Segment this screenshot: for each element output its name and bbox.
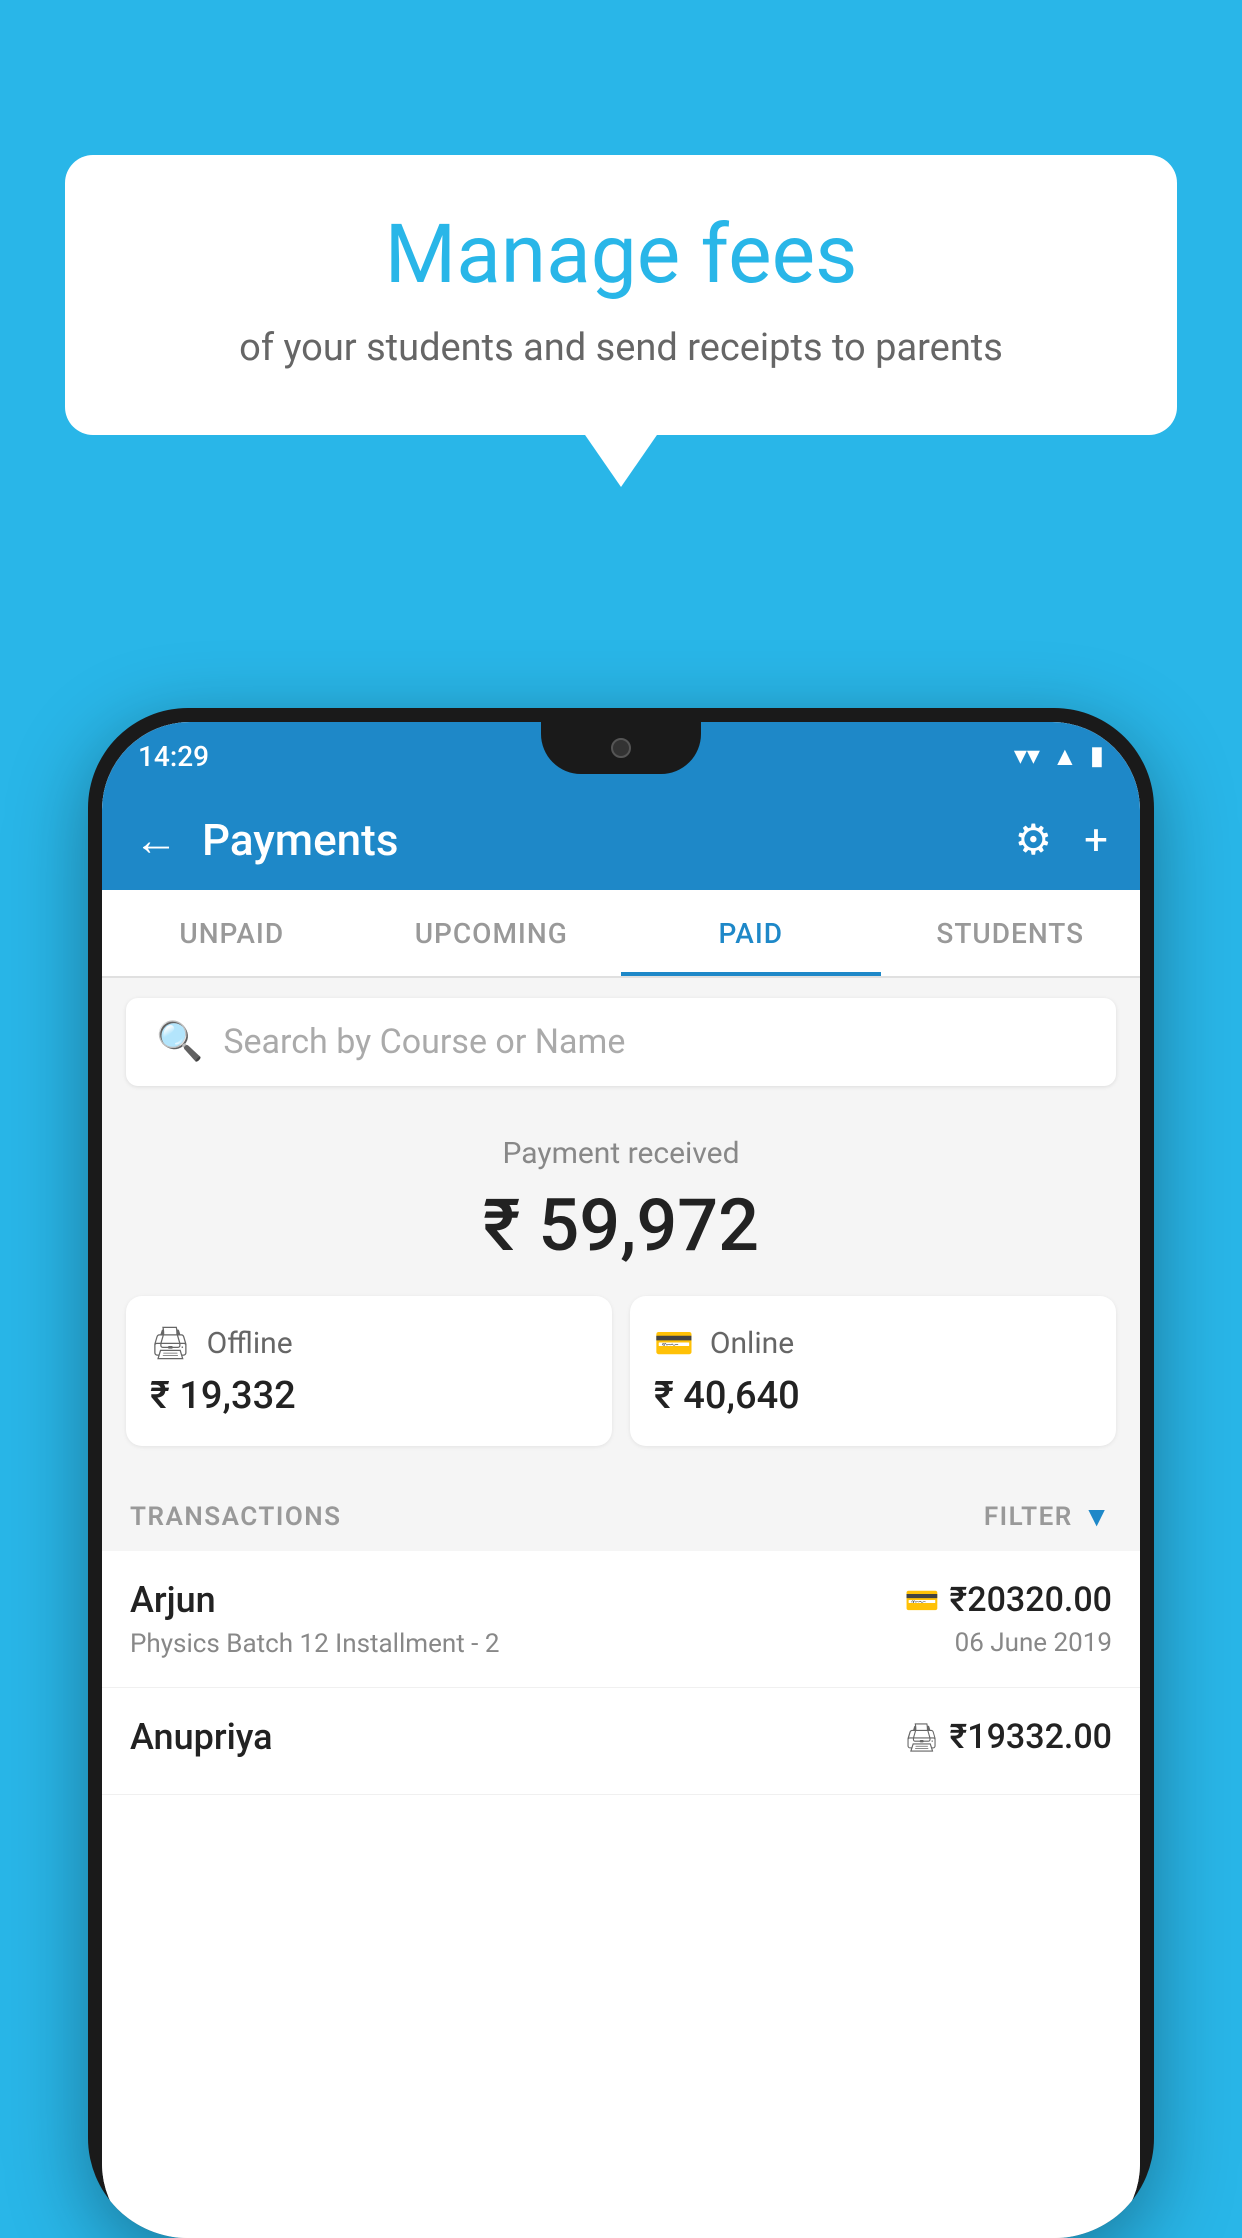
payment-total-amount: ₹ 59,972 bbox=[126, 1183, 1116, 1268]
screen-content: 14:29 ▾▾ ▲ ▮ ← Payments ⚙ + bbox=[102, 722, 1140, 2238]
speech-bubble-container: Manage fees of your students and send re… bbox=[65, 155, 1177, 435]
offline-amount: ₹ 19,332 bbox=[150, 1374, 588, 1418]
speech-bubble-subtitle: of your students and send receipts to pa… bbox=[125, 322, 1117, 375]
transaction-right: 🖨 ₹19332.00 bbox=[904, 1717, 1112, 1765]
tabs: UNPAID UPCOMING PAID STUDENTS bbox=[102, 890, 1140, 978]
table-row[interactable]: Anupriya 🖨 ₹19332.00 bbox=[102, 1688, 1140, 1795]
online-label: Online bbox=[710, 1326, 794, 1361]
tab-paid[interactable]: PAID bbox=[621, 890, 881, 976]
header-icons: ⚙ + bbox=[1015, 815, 1109, 865]
transaction-date: 06 June 2019 bbox=[905, 1628, 1112, 1658]
transaction-amount: ₹20320.00 bbox=[950, 1580, 1112, 1620]
status-bar: 14:29 ▾▾ ▲ ▮ bbox=[102, 722, 1140, 790]
offline-label: Offline bbox=[207, 1326, 293, 1361]
settings-icon[interactable]: ⚙ bbox=[1015, 815, 1053, 865]
amount-wrap: 🖨 ₹19332.00 bbox=[904, 1717, 1112, 1757]
amount-wrap: 💳 ₹20320.00 bbox=[905, 1580, 1112, 1620]
online-amount: ₹ 40,640 bbox=[654, 1374, 1092, 1418]
offline-icon: 🖨 bbox=[150, 1324, 191, 1362]
search-container: 🔍 Search by Course or Name bbox=[102, 978, 1140, 1106]
phone-screen: 14:29 ▾▾ ▲ ▮ ← Payments ⚙ + bbox=[102, 722, 1140, 2238]
offline-card: 🖨 Offline ₹ 19,332 bbox=[126, 1296, 612, 1446]
status-icons: ▾▾ ▲ ▮ bbox=[1014, 741, 1104, 772]
offline-card-header: 🖨 Offline bbox=[150, 1324, 588, 1362]
online-icon: 💳 bbox=[654, 1324, 694, 1362]
tab-unpaid[interactable]: UNPAID bbox=[102, 890, 362, 976]
search-icon: 🔍 bbox=[156, 1020, 203, 1064]
table-row[interactable]: Arjun Physics Batch 12 Installment - 2 💳… bbox=[102, 1551, 1140, 1688]
transaction-left: Arjun Physics Batch 12 Installment - 2 bbox=[130, 1579, 499, 1659]
filter-label: FILTER bbox=[984, 1502, 1073, 1532]
transactions-header: TRANSACTIONS FILTER ▼ bbox=[102, 1476, 1140, 1551]
online-pay-icon: 💳 bbox=[905, 1584, 940, 1617]
tab-upcoming[interactable]: UPCOMING bbox=[362, 890, 622, 976]
search-bar[interactable]: 🔍 Search by Course or Name bbox=[126, 998, 1116, 1086]
filter-icon: ▼ bbox=[1083, 1500, 1112, 1533]
transactions-label: TRANSACTIONS bbox=[130, 1502, 342, 1532]
wifi-icon: ▾▾ bbox=[1014, 741, 1040, 771]
transaction-amount: ₹19332.00 bbox=[950, 1717, 1112, 1757]
speech-bubble-title: Manage fees bbox=[125, 210, 1117, 300]
transaction-name: Arjun bbox=[130, 1579, 499, 1621]
transaction-detail: Physics Batch 12 Installment - 2 bbox=[130, 1629, 499, 1659]
battery-icon: ▮ bbox=[1090, 741, 1104, 771]
filter-button[interactable]: FILTER ▼ bbox=[984, 1500, 1112, 1533]
notch bbox=[541, 722, 701, 774]
payment-received-label: Payment received bbox=[126, 1136, 1116, 1171]
tab-students[interactable]: STUDENTS bbox=[881, 890, 1141, 976]
camera-dot bbox=[611, 738, 631, 758]
speech-bubble: Manage fees of your students and send re… bbox=[65, 155, 1177, 435]
transaction-right: 💳 ₹20320.00 06 June 2019 bbox=[905, 1580, 1112, 1658]
online-card-header: 💳 Online bbox=[654, 1324, 1092, 1362]
payment-section: Payment received ₹ 59,972 🖨 Offline ₹ 19… bbox=[102, 1106, 1140, 1476]
online-card: 💳 Online ₹ 40,640 bbox=[630, 1296, 1116, 1446]
phone-frame: 14:29 ▾▾ ▲ ▮ ← Payments ⚙ + bbox=[88, 708, 1154, 2238]
page-title: Payments bbox=[202, 814, 1015, 866]
transaction-left: Anupriya bbox=[130, 1716, 273, 1766]
payment-cards: 🖨 Offline ₹ 19,332 💳 Online ₹ 40,640 bbox=[126, 1296, 1116, 1446]
app-header: ← Payments ⚙ + bbox=[102, 790, 1140, 890]
offline-pay-icon: 🖨 bbox=[904, 1721, 940, 1754]
add-icon[interactable]: + bbox=[1084, 816, 1108, 865]
back-button[interactable]: ← bbox=[134, 814, 178, 866]
transaction-name: Anupriya bbox=[130, 1716, 273, 1758]
status-time: 14:29 bbox=[138, 740, 209, 773]
signal-icon: ▲ bbox=[1052, 741, 1078, 772]
search-placeholder: Search by Course or Name bbox=[223, 1022, 625, 1062]
